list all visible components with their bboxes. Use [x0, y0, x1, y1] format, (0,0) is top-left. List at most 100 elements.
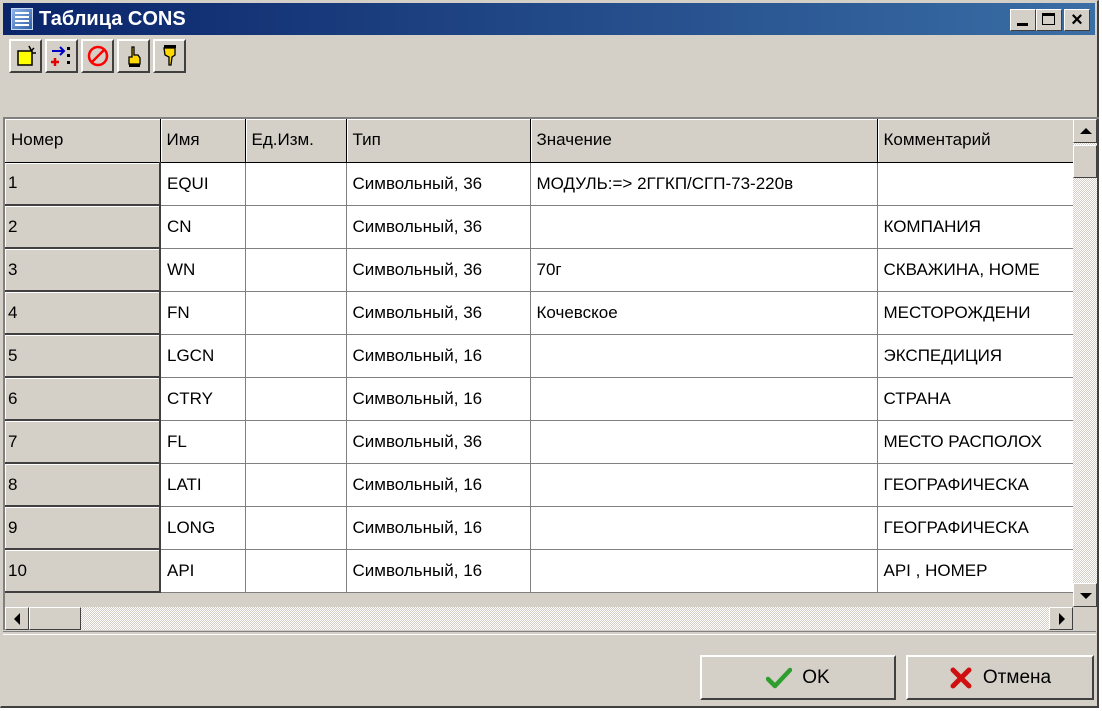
new-row-icon: [16, 45, 36, 66]
title-bar[interactable]: Таблица CONS ×: [3, 3, 1095, 35]
scroll-down-button[interactable]: [1073, 583, 1097, 607]
scroll-up-button[interactable]: [1073, 119, 1097, 143]
unit-cell[interactable]: [245, 506, 347, 550]
value-cell[interactable]: МОДУЛЬ:=> 2ГГКП/СГП-73-220в: [530, 162, 878, 206]
name-cell[interactable]: LONG: [160, 506, 246, 550]
table-app-icon: [11, 8, 33, 30]
delete-button[interactable]: [81, 39, 114, 73]
vertical-scrollbar[interactable]: [1073, 119, 1097, 607]
arrow-left-icon: [14, 613, 20, 625]
type-cell[interactable]: Символьный, 16: [346, 377, 531, 421]
unit-cell[interactable]: [245, 162, 347, 206]
cancel-label: Отмена: [982, 666, 1052, 688]
unit-cell[interactable]: [245, 463, 347, 507]
row-number-cell[interactable]: 9: [5, 506, 161, 550]
value-cell[interactable]: [530, 334, 878, 378]
row-number-cell[interactable]: 5: [5, 334, 161, 378]
type-cell[interactable]: Символьный, 36: [346, 420, 531, 464]
name-cell[interactable]: FL: [160, 420, 246, 464]
row-number-cell[interactable]: 10: [5, 549, 161, 593]
arrow-down-icon: [1080, 593, 1092, 599]
scroll-right-button[interactable]: [1049, 607, 1073, 630]
row-number-cell[interactable]: 2: [5, 205, 161, 249]
window-title: Таблица CONS: [39, 8, 186, 30]
type-cell[interactable]: Символьный, 16: [346, 549, 531, 593]
row-number-cell[interactable]: 7: [5, 420, 161, 464]
comment-cell[interactable]: МЕСТОРОЖДЕНИ: [877, 291, 1075, 335]
value-cell[interactable]: Кочевское: [530, 291, 878, 335]
type-cell[interactable]: Символьный, 16: [346, 463, 531, 507]
value-cell[interactable]: [530, 205, 878, 249]
name-cell[interactable]: WN: [160, 248, 246, 292]
comment-cell[interactable]: СКВАЖИНА, НОМЕ: [877, 248, 1075, 292]
table-row: 9 LONG Символьный, 16 ГЕОГРАФИЧЕСКА: [5, 506, 1075, 550]
row-number-cell[interactable]: 1: [5, 162, 161, 206]
value-cell[interactable]: [530, 549, 878, 593]
maximize-button[interactable]: [1036, 9, 1062, 31]
insert-row-button[interactable]: [45, 39, 78, 73]
horizontal-scroll-thumb[interactable]: [29, 607, 81, 630]
unit-cell[interactable]: [245, 291, 347, 335]
cancel-button[interactable]: Отмена: [906, 655, 1094, 700]
column-header-comment[interactable]: Комментарий: [877, 119, 1075, 163]
type-cell[interactable]: Символьный, 16: [346, 334, 531, 378]
value-cell[interactable]: 70г: [530, 248, 878, 292]
comment-cell[interactable]: КОМПАНИЯ: [877, 205, 1075, 249]
unit-cell[interactable]: [245, 248, 347, 292]
table-row: 7 FL Символьный, 36 МЕСТО РАСПОЛОХ: [5, 420, 1075, 464]
move-up-button[interactable]: [117, 39, 150, 73]
name-cell[interactable]: EQUI: [160, 162, 246, 206]
type-cell[interactable]: Символьный, 36: [346, 248, 531, 292]
name-cell[interactable]: CTRY: [160, 377, 246, 421]
column-header-number[interactable]: Номер: [5, 119, 161, 163]
scroll-left-button[interactable]: [5, 607, 29, 630]
minimize-button[interactable]: [1010, 9, 1036, 31]
column-header-name[interactable]: Имя: [160, 119, 246, 163]
new-row-button[interactable]: [9, 39, 42, 73]
table-row: 3 WN Символьный, 36 70г СКВАЖИНА, НОМЕ: [5, 248, 1075, 292]
table-header-row: Номер Имя Ед.Изм. Тип Значение Комментар…: [5, 119, 1075, 163]
name-cell[interactable]: LATI: [160, 463, 246, 507]
column-header-value[interactable]: Значение: [530, 119, 878, 163]
comment-cell[interactable]: ГЕОГРАФИЧЕСКА: [877, 506, 1075, 550]
table-row: 8 LATI Символьный, 16 ГЕОГРАФИЧЕСКА: [5, 463, 1075, 507]
column-header-unit[interactable]: Ед.Изм.: [245, 119, 347, 163]
value-cell[interactable]: [530, 420, 878, 464]
name-cell[interactable]: LGCN: [160, 334, 246, 378]
vertical-scroll-thumb[interactable]: [1073, 145, 1097, 178]
comment-cell[interactable]: СТРАНА: [877, 377, 1075, 421]
ok-label: OK: [802, 666, 830, 688]
move-down-button[interactable]: [153, 39, 186, 73]
name-cell[interactable]: CN: [160, 205, 246, 249]
comment-cell[interactable]: МЕСТО РАСПОЛОХ: [877, 420, 1075, 464]
unit-cell[interactable]: [245, 549, 347, 593]
row-number-cell[interactable]: 8: [5, 463, 161, 507]
comment-cell[interactable]: [877, 162, 1075, 206]
type-cell[interactable]: Символьный, 36: [346, 291, 531, 335]
table-row: 6 CTRY Символьный, 16 СТРАНА: [5, 377, 1075, 421]
unit-cell[interactable]: [245, 377, 347, 421]
comment-cell[interactable]: ЭКСПЕДИЦИЯ: [877, 334, 1075, 378]
horizontal-scrollbar[interactable]: [5, 607, 1073, 630]
row-number-cell[interactable]: 4: [5, 291, 161, 335]
close-button[interactable]: ×: [1064, 9, 1090, 31]
value-cell[interactable]: [530, 506, 878, 550]
row-number-cell[interactable]: 6: [5, 377, 161, 421]
delete-icon: [87, 45, 108, 67]
name-cell[interactable]: API: [160, 549, 246, 593]
type-cell[interactable]: Символьный, 36: [346, 162, 531, 206]
type-cell[interactable]: Символьный, 36: [346, 205, 531, 249]
value-cell[interactable]: [530, 463, 878, 507]
arrow-up-icon: [1080, 128, 1092, 134]
comment-cell[interactable]: API , НОМЕР: [877, 549, 1075, 593]
ok-button[interactable]: OK: [700, 655, 896, 700]
unit-cell[interactable]: [245, 205, 347, 249]
name-cell[interactable]: FN: [160, 291, 246, 335]
column-header-type[interactable]: Тип: [346, 119, 531, 163]
unit-cell[interactable]: [245, 334, 347, 378]
type-cell[interactable]: Символьный, 16: [346, 506, 531, 550]
row-number-cell[interactable]: 3: [5, 248, 161, 292]
value-cell[interactable]: [530, 377, 878, 421]
unit-cell[interactable]: [245, 420, 347, 464]
comment-cell[interactable]: ГЕОГРАФИЧЕСКА: [877, 463, 1075, 507]
